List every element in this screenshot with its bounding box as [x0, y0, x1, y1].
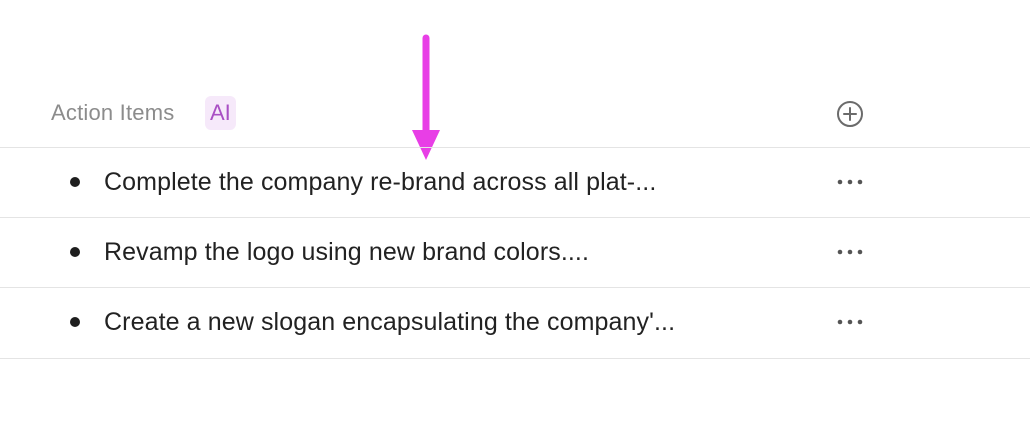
action-items-header: Action Items AI: [0, 96, 1030, 134]
section-title: Action Items: [51, 100, 175, 125]
ai-badge: AI: [205, 96, 236, 130]
bullet-icon: [70, 247, 80, 257]
plus-circle-icon[interactable]: [834, 98, 866, 130]
action-item-text[interactable]: Complete the company re-brand across all…: [104, 168, 656, 197]
action-item-row[interactable]: Revamp the logo using new brand colors..…: [0, 217, 1030, 288]
more-horizontal-icon[interactable]: [834, 170, 866, 194]
bullet-icon: [70, 177, 80, 187]
bullet-icon: [70, 317, 80, 327]
action-item-text[interactable]: Revamp the logo using new brand colors..…: [104, 238, 589, 267]
more-horizontal-icon[interactable]: [834, 240, 866, 264]
action-item-text[interactable]: Create a new slogan encapsulating the co…: [104, 308, 675, 337]
more-horizontal-icon[interactable]: [834, 310, 866, 334]
action-item-row[interactable]: Create a new slogan encapsulating the co…: [0, 287, 1030, 359]
action-item-row[interactable]: Complete the company re-brand across all…: [0, 147, 1030, 218]
